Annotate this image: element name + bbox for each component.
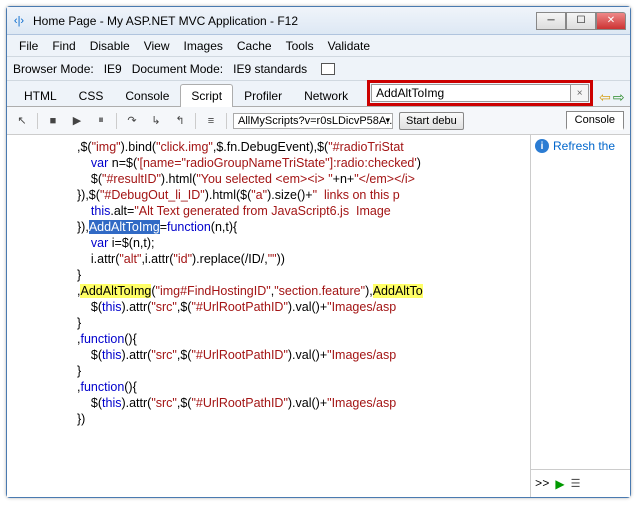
search-box-highlight: ×: [367, 80, 593, 106]
separator: [116, 113, 117, 129]
pause-icon[interactable]: ⏸: [92, 112, 110, 130]
menu-images[interactable]: Images: [178, 37, 229, 55]
highlight-selected: AddAltToImg: [89, 220, 160, 234]
menu-validate[interactable]: Validate: [322, 37, 376, 55]
step-out-icon[interactable]: ↰: [171, 112, 189, 130]
code-line: }),$("#DebugOut_li_ID").html($("a").size…: [77, 187, 530, 203]
close-button[interactable]: ✕: [596, 12, 626, 30]
menu-cache[interactable]: Cache: [231, 37, 278, 55]
play-icon[interactable]: ▶: [68, 112, 86, 130]
tab-profiler[interactable]: Profiler: [233, 84, 293, 107]
tabbar: HTML CSS Console Script Profiler Network…: [7, 81, 630, 107]
refresh-message: i Refresh the: [531, 135, 630, 469]
highlight-match: AddAltTo: [373, 284, 423, 298]
window-title: Home Page - My ASP.NET MVC Application -…: [33, 14, 536, 28]
code-line: $(this).attr("src",$("#UrlRootPathID").v…: [77, 347, 530, 363]
code-line: }: [77, 363, 530, 379]
search-prev-icon[interactable]: ⇦: [599, 89, 611, 106]
console-prompt[interactable]: >>: [535, 477, 549, 491]
step-into-icon[interactable]: ↳: [147, 112, 165, 130]
document-mode-label: Document Mode:: [132, 62, 223, 76]
mode-extra-icon[interactable]: [321, 63, 335, 75]
highlight-match: AddAltToImg: [80, 284, 151, 298]
menu-find[interactable]: Find: [46, 37, 81, 55]
code-line: }): [77, 411, 530, 427]
minimize-button[interactable]: ─: [536, 12, 566, 30]
console-panel-tab[interactable]: Console: [566, 111, 624, 130]
code-line: var i=$(n,t);: [77, 235, 530, 251]
console-input-bar: >> ▶ ☰: [531, 469, 630, 497]
refresh-text: Refresh the: [553, 139, 615, 153]
menu-file[interactable]: File: [13, 37, 44, 55]
menubar: File Find Disable View Images Cache Tool…: [7, 35, 630, 57]
menu-view[interactable]: View: [138, 37, 176, 55]
code-line: ,AddAltToImg("img#FindHostingID","sectio…: [77, 283, 530, 299]
search-clear-button[interactable]: ×: [571, 84, 589, 102]
search-nav: ⇦ ⇨: [599, 89, 624, 106]
tab-script[interactable]: Script: [180, 84, 233, 107]
content-area: ,$("img").bind("click.img",$.fn.DebugEve…: [7, 135, 630, 497]
titlebar[interactable]: ‹|› Home Page - My ASP.NET MVC Applicati…: [7, 7, 630, 35]
separator: [226, 113, 227, 129]
code-line: }: [77, 315, 530, 331]
window-frame: ‹|› Home Page - My ASP.NET MVC Applicati…: [6, 6, 631, 498]
script-selector[interactable]: AllMyScripts?v=r0sLDicvP58A...: [233, 113, 393, 129]
multiline-icon[interactable]: ☰: [571, 477, 581, 490]
modebar: Browser Mode: IE9 Document Mode: IE9 sta…: [7, 57, 630, 81]
search-input[interactable]: [371, 84, 571, 102]
document-mode-value[interactable]: IE9 standards: [233, 62, 307, 76]
code-line: this.alt="Alt Text generated from JavaSc…: [77, 203, 530, 219]
menu-disable[interactable]: Disable: [84, 37, 136, 55]
run-script-icon[interactable]: ▶: [555, 477, 564, 491]
code-line: var n=$('[name="radioGroupNameTriState"]…: [77, 155, 530, 171]
tab-network[interactable]: Network: [293, 84, 359, 107]
info-icon: i: [535, 139, 549, 153]
code-line: ,function(){: [77, 331, 530, 347]
maximize-button[interactable]: ☐: [566, 12, 596, 30]
tab-css[interactable]: CSS: [68, 84, 115, 107]
separator: [37, 113, 38, 129]
console-panel: i Refresh the >> ▶ ☰: [530, 135, 630, 497]
separator: [195, 113, 196, 129]
search-next-icon[interactable]: ⇨: [613, 89, 625, 106]
window-controls: ─ ☐ ✕: [536, 12, 626, 30]
code-line: }),AddAltToImg=function(n,t){: [77, 219, 530, 235]
code-editor[interactable]: ,$("img").bind("click.img",$.fn.DebugEve…: [7, 135, 530, 497]
code-line: $(this).attr("src",$("#UrlRootPathID").v…: [77, 299, 530, 315]
format-icon[interactable]: ≡: [202, 112, 220, 130]
code-line: $(this).attr("src",$("#UrlRootPathID").v…: [77, 395, 530, 411]
script-toolbar: ↖ ■ ▶ ⏸ ↷ ↳ ↰ ≡ AllMyScripts?v=r0sLDicvP…: [7, 107, 630, 135]
code-line: ,function(){: [77, 379, 530, 395]
browser-mode-value[interactable]: IE9: [104, 62, 122, 76]
app-icon: ‹|›: [11, 13, 27, 29]
step-over-icon[interactable]: ↷: [123, 112, 141, 130]
stop-icon[interactable]: ■: [44, 112, 62, 130]
code-line: }: [77, 267, 530, 283]
code-line: $("#resultID").html("You selected <em><i…: [77, 171, 530, 187]
select-element-icon[interactable]: ↖: [13, 112, 31, 130]
tab-console[interactable]: Console: [114, 84, 180, 107]
tab-html[interactable]: HTML: [13, 84, 68, 107]
menu-tools[interactable]: Tools: [280, 37, 320, 55]
code-line: i.attr("alt",i.attr("id").replace(/ID/,"…: [77, 251, 530, 267]
browser-mode-label: Browser Mode:: [13, 62, 94, 76]
start-debugging-button[interactable]: Start debu: [399, 112, 464, 130]
code-line: ,$("img").bind("click.img",$.fn.DebugEve…: [77, 139, 530, 155]
